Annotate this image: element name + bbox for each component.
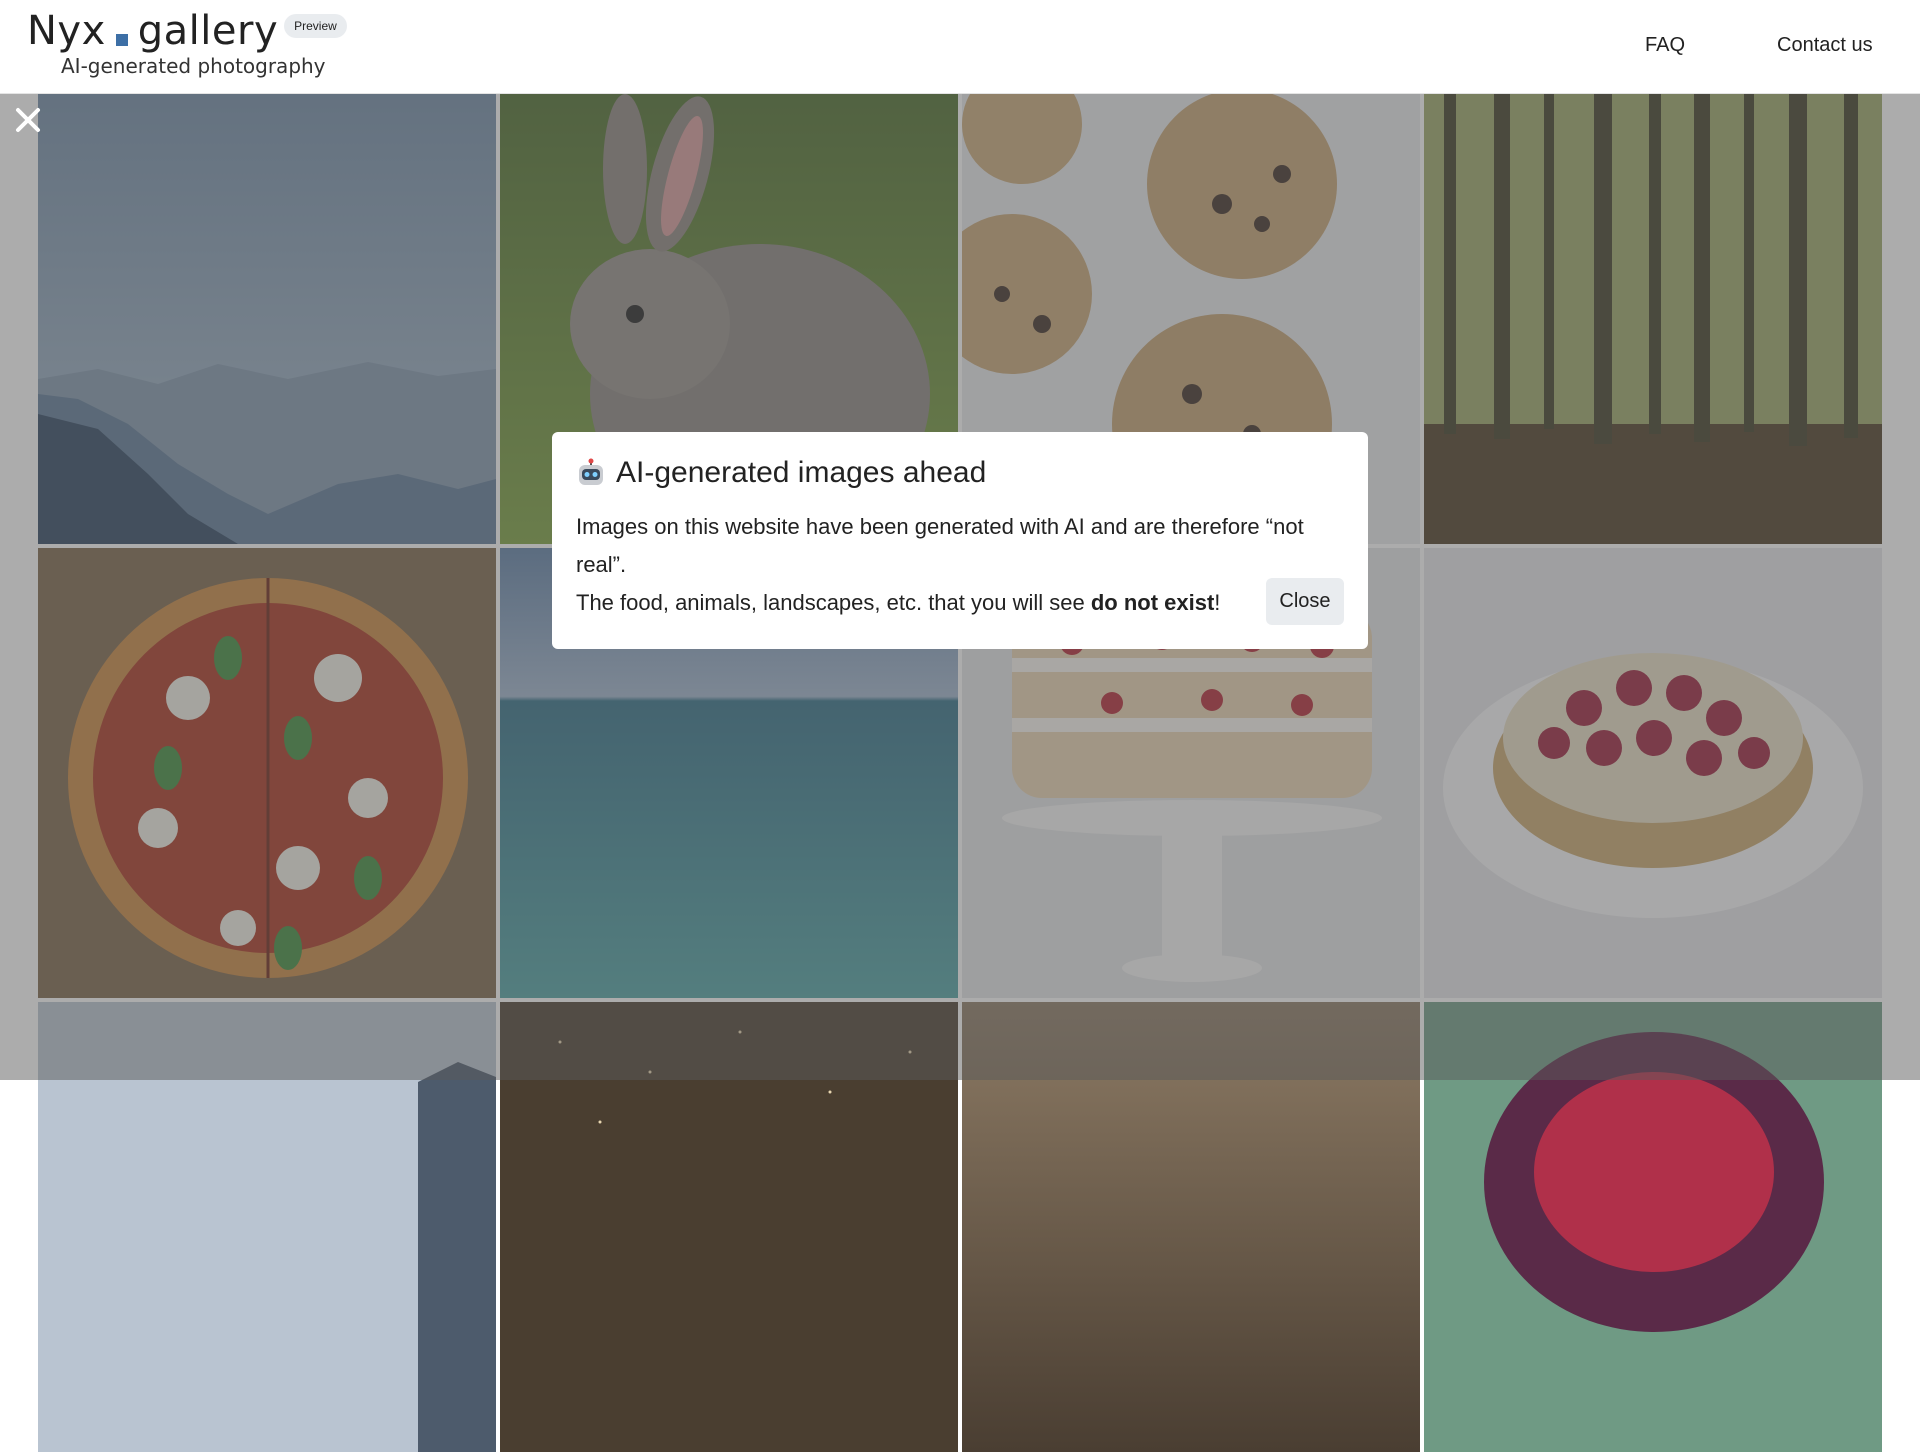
dialog-title: AI-generated images ahead bbox=[576, 456, 1344, 490]
dialog-line-1: Images on this website have been generat… bbox=[576, 514, 1304, 577]
site-header: Nyx gallery Preview AI-generated photogr… bbox=[0, 0, 1920, 94]
close-icon[interactable] bbox=[14, 106, 42, 134]
robot-icon bbox=[576, 458, 606, 488]
logo-text-nyx: Nyx bbox=[27, 8, 106, 54]
dialog-line-2: The food, animals, landscapes, etc. that… bbox=[576, 584, 1344, 622]
nav-contact-link[interactable]: Contact us bbox=[1777, 34, 1873, 57]
dialog-line-2-text: The food, animals, landscapes, etc. that… bbox=[576, 590, 1091, 615]
dialog-line-2-end: ! bbox=[1214, 590, 1221, 615]
close-button[interactable]: Close bbox=[1266, 578, 1344, 625]
site-logo[interactable]: Nyx gallery Preview bbox=[27, 8, 347, 54]
preview-badge: Preview bbox=[284, 14, 347, 38]
dialog-title-text: AI-generated images ahead bbox=[616, 456, 987, 489]
logo-dot bbox=[115, 34, 128, 46]
nav-faq-link[interactable]: FAQ bbox=[1645, 34, 1685, 57]
dialog-body: Images on this website have been generat… bbox=[576, 508, 1344, 622]
site-tagline: AI-generated photography bbox=[61, 54, 326, 78]
ai-notice-dialog: AI-generated images ahead Images on this… bbox=[552, 432, 1368, 649]
dialog-emphasis: do not exist bbox=[1090, 590, 1215, 615]
logo-text-gallery: gallery bbox=[137, 8, 279, 54]
